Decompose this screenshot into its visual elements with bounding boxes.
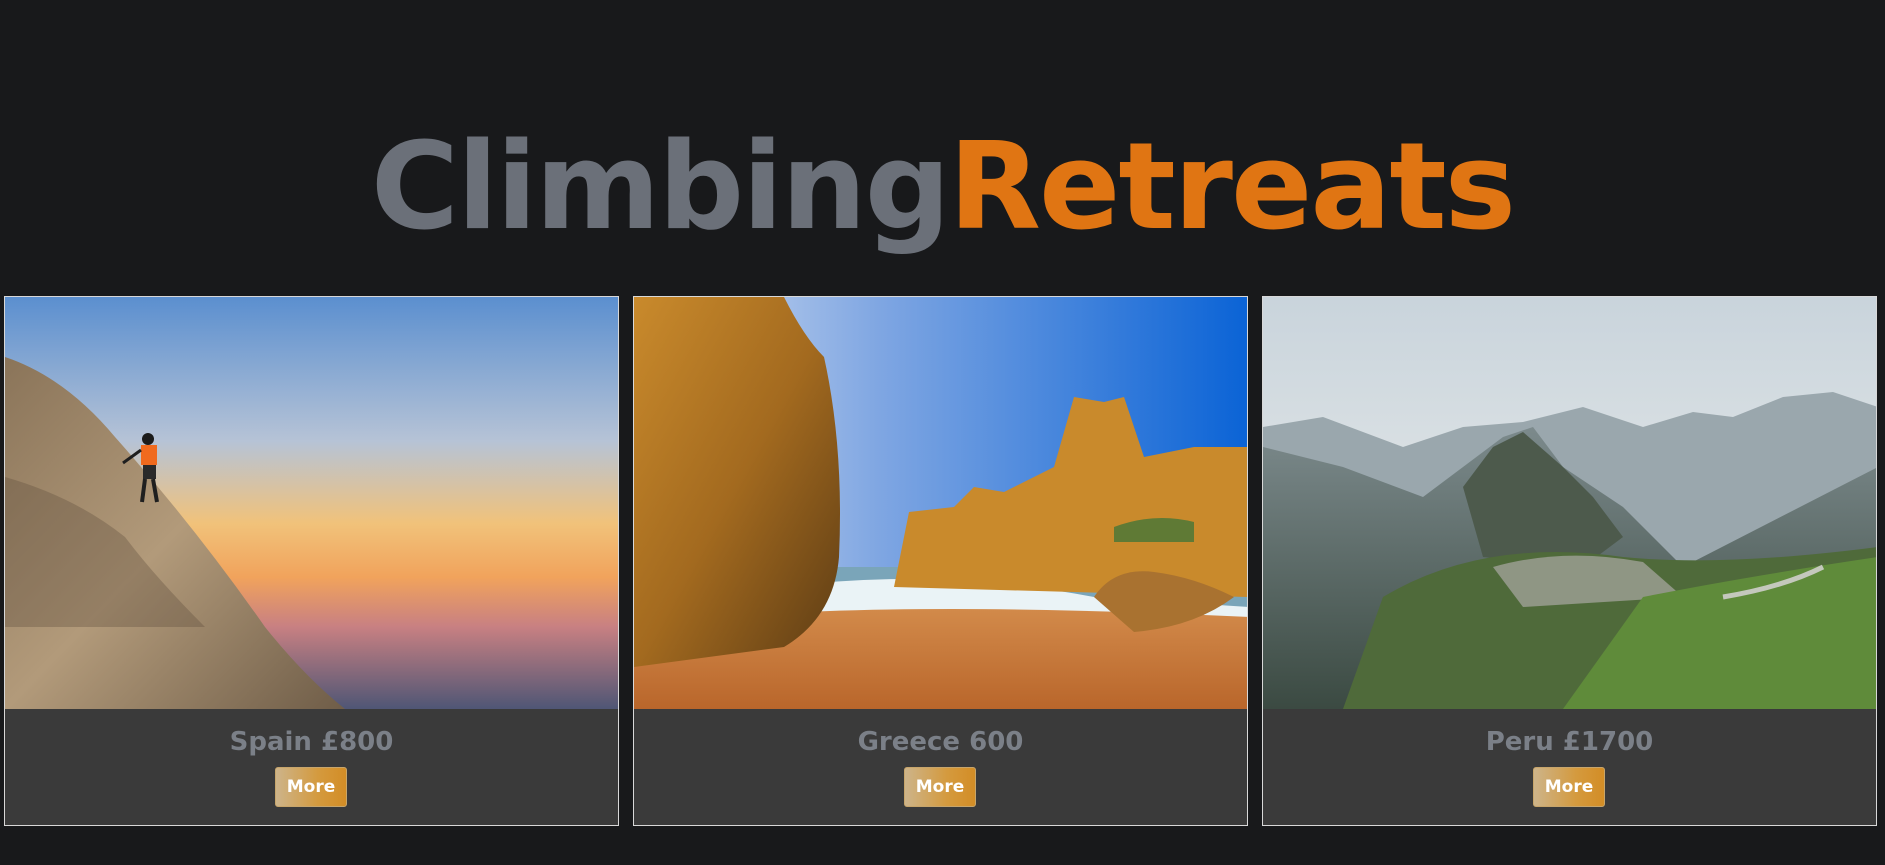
retreat-card-peru: Peru £1700 More bbox=[1262, 296, 1877, 826]
retreat-caption: Spain £800 bbox=[229, 727, 394, 757]
peru-photo bbox=[1263, 297, 1876, 709]
retreat-card-greece: Greece 600 More bbox=[633, 296, 1248, 826]
page-title: ClimbingRetreats bbox=[0, 128, 1885, 248]
retreat-caption: Greece 600 bbox=[857, 727, 1024, 757]
title-climbing: Climbing bbox=[370, 118, 951, 258]
retreat-card-spain: Spain £800 More bbox=[4, 296, 619, 826]
more-button-peru[interactable]: More bbox=[1533, 767, 1605, 807]
title-retreats: Retreats bbox=[948, 118, 1516, 258]
retreat-caption: Peru £1700 bbox=[1485, 727, 1654, 757]
greece-photo bbox=[634, 297, 1247, 709]
more-button-greece[interactable]: More bbox=[904, 767, 976, 807]
more-button-spain[interactable]: More bbox=[275, 767, 347, 807]
spain-photo bbox=[5, 297, 618, 709]
